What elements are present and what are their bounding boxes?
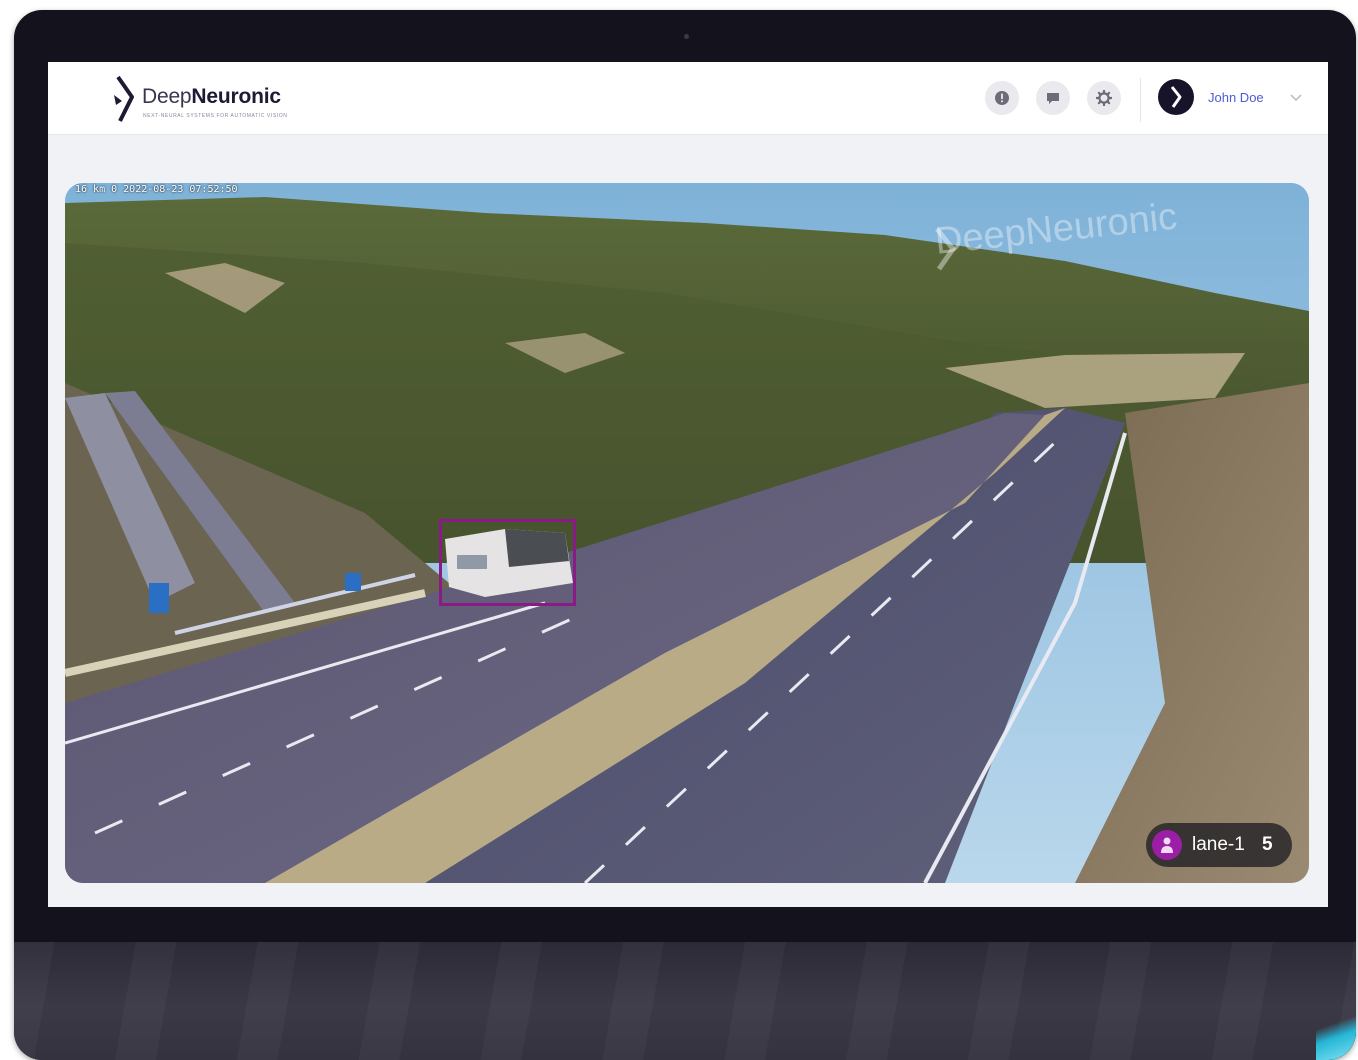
chat-button[interactable] (1036, 81, 1070, 115)
top-bar: DeepNeuronic NEXT-NEURAL SYSTEMS FOR AUT… (48, 62, 1328, 135)
chat-icon (1047, 93, 1059, 104)
device-camera (684, 34, 689, 39)
alert-icon (995, 91, 1009, 105)
device-base (14, 942, 1356, 1060)
brand-name: DeepNeuronic (142, 85, 281, 108)
brand-tagline: NEXT-NEURAL SYSTEMS FOR AUTOMATIC VISION (143, 113, 288, 119)
camera-feed[interactable]: 16 km 0 2022-08-23 07:52:50 DeepNeuronic… (65, 183, 1309, 883)
lane-label: lane-1 (1192, 834, 1245, 855)
device-frame: DeepNeuronic NEXT-NEURAL SYSTEMS FOR AUT… (14, 10, 1356, 1060)
settings-button[interactable] (1087, 81, 1121, 115)
person-icon (1161, 837, 1173, 853)
vehicle-detection-box[interactable] (439, 519, 576, 606)
video-timestamp: 16 km 0 2022-08-23 07:52:50 (75, 184, 238, 195)
highway-scene-image (65, 183, 1309, 883)
settings-icon (1096, 90, 1112, 106)
alert-button[interactable] (985, 81, 1019, 115)
app-screen: DeepNeuronic NEXT-NEURAL SYSTEMS FOR AUT… (48, 62, 1328, 907)
lane-icon-wrap (1152, 830, 1182, 860)
lane-counter-badge[interactable]: lane-1 5 (1146, 823, 1292, 867)
lane-count: 5 (1262, 834, 1273, 855)
logo-mark-icon (114, 75, 134, 122)
chevron-down-icon[interactable] (1290, 92, 1302, 102)
avatar-logo-icon (1170, 86, 1182, 108)
user-name[interactable]: John Doe (1208, 90, 1264, 105)
header-divider (1140, 78, 1141, 122)
user-avatar[interactable] (1158, 79, 1194, 115)
